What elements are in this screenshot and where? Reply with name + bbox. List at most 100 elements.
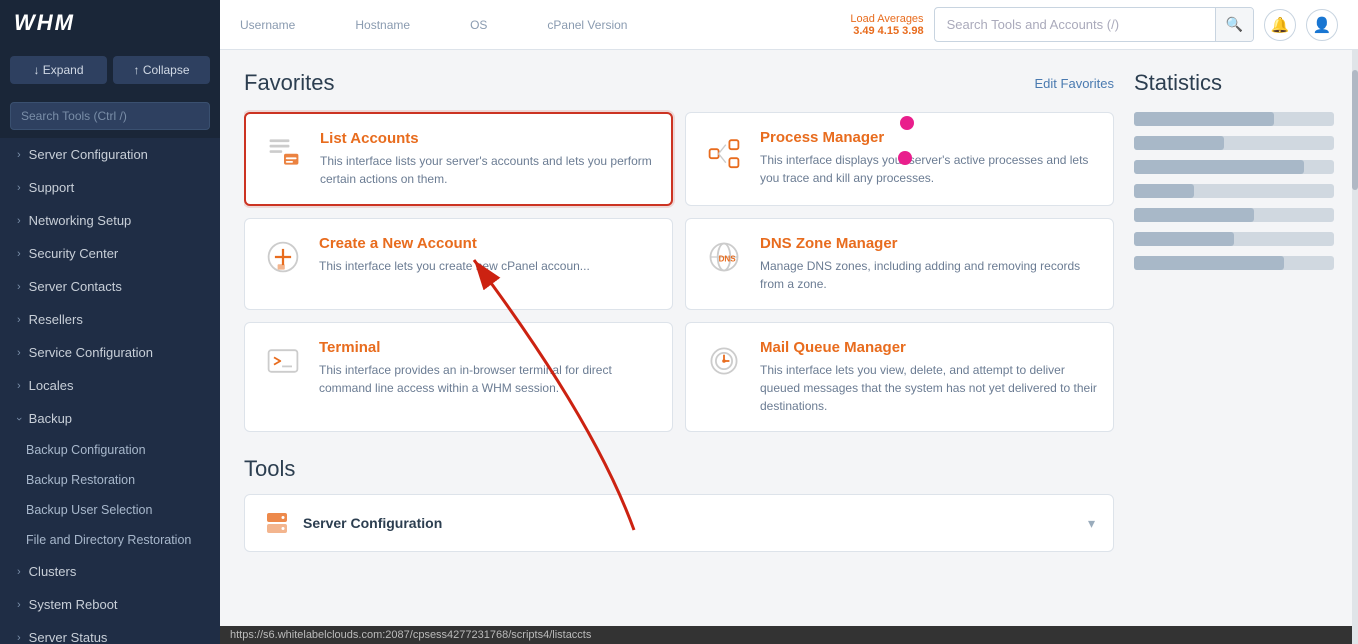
favorites-grid: List Accounts This interface lists your … — [244, 112, 1114, 432]
list-accounts-title: List Accounts — [320, 130, 655, 147]
chevron-icon: › — [17, 380, 21, 392]
svg-text:DNS: DNS — [719, 255, 737, 264]
terminal-desc: This interface provides an in-browser te… — [319, 361, 656, 397]
pink-dot-top — [900, 116, 914, 130]
sidebar-search-input[interactable] — [10, 102, 210, 130]
sidebar-item-server-status[interactable]: › Server Status — [0, 621, 220, 644]
stats-bar-4 — [1134, 184, 1334, 198]
list-accounts-icon — [262, 130, 306, 174]
dns-zone-icon: DNS — [702, 235, 746, 279]
col-hostname: Hostname — [355, 18, 410, 32]
sidebar-item-system-reboot[interactable]: › System Reboot — [0, 588, 220, 621]
chevron-icon: › — [17, 149, 21, 161]
tools-section: Tools Server Configuration — [244, 456, 1114, 552]
content-area: Favorites Edit Favorites — [220, 50, 1358, 626]
fav-card-create-account[interactable]: Create a New Account This interface lets… — [244, 218, 673, 310]
statusbar-url: https://s6.whitelabelclouds.com:2087/cps… — [230, 629, 591, 641]
create-account-title: Create a New Account — [319, 235, 590, 252]
terminal-icon — [261, 339, 305, 383]
favorites-header: Favorites Edit Favorites — [244, 70, 1114, 96]
sidebar-item-networking[interactable]: › Networking Setup — [0, 204, 220, 237]
dns-zone-desc: Manage DNS zones, including adding and r… — [760, 257, 1097, 293]
main-area: Username Hostname OS cPanel Version Load… — [220, 0, 1358, 644]
load-averages: Load Averages 3.49 4.15 3.98 — [850, 13, 923, 37]
mail-queue-text: Mail Queue Manager This interface lets y… — [760, 339, 1097, 415]
account-button[interactable]: 👤 — [1306, 9, 1338, 41]
sidebar-item-resellers[interactable]: › Resellers — [0, 303, 220, 336]
topbar-column-headers: Username Hostname OS cPanel Version — [240, 18, 627, 32]
sidebar: WHM ↓ Expand ↑ Collapse › Server Configu… — [0, 0, 220, 644]
sidebar-nav: › Server Configuration › Support › Netwo… — [0, 138, 220, 644]
stats-bar-3 — [1134, 160, 1334, 174]
stats-sidebar: Statistics — [1134, 70, 1334, 606]
fav-card-list-accounts[interactable]: List Accounts This interface lists your … — [244, 112, 673, 206]
chevron-icon: › — [17, 599, 21, 611]
col-cpanel-version: cPanel Version — [547, 18, 627, 32]
edit-favorites-link[interactable]: Edit Favorites — [1035, 76, 1114, 91]
sidebar-item-security[interactable]: › Security Center — [0, 237, 220, 270]
list-accounts-text: List Accounts This interface lists your … — [320, 130, 655, 188]
tools-header: Tools — [244, 456, 1114, 482]
chevron-icon: › — [17, 248, 21, 260]
chevron-down-icon: › — [13, 417, 25, 421]
sidebar-item-clusters[interactable]: › Clusters — [0, 555, 220, 588]
chevron-icon: › — [17, 314, 21, 326]
process-manager-desc: This interface displays your server's ac… — [760, 151, 1097, 187]
main-content: Favorites Edit Favorites — [244, 70, 1114, 606]
fav-card-terminal[interactable]: Terminal This interface provides an in-b… — [244, 322, 673, 432]
fav-card-mail-queue[interactable]: Mail Queue Manager This interface lets y… — [685, 322, 1114, 432]
sidebar-logo-area: WHM — [0, 0, 220, 46]
topbar-search-button[interactable]: 🔍 — [1215, 8, 1253, 41]
chevron-icon: › — [17, 347, 21, 359]
chevron-icon: › — [17, 281, 21, 293]
stats-bar-1 — [1134, 112, 1334, 126]
tools-chevron-icon: ▾ — [1088, 515, 1095, 532]
sidebar-sub-backup-user[interactable]: Backup User Selection — [0, 495, 220, 525]
topbar-right: Load Averages 3.49 4.15 3.98 🔍 🔔 👤 — [850, 7, 1338, 42]
sidebar-item-backup[interactable]: › Backup — [0, 402, 220, 435]
topbar: Username Hostname OS cPanel Version Load… — [220, 0, 1358, 50]
sidebar-item-support[interactable]: › Support — [0, 171, 220, 204]
create-account-text: Create a New Account This interface lets… — [319, 235, 590, 275]
notifications-button[interactable]: 🔔 — [1264, 9, 1296, 41]
tools-card-title: Server Configuration — [303, 515, 442, 531]
create-account-icon — [261, 235, 305, 279]
sidebar-sub-file-restore[interactable]: File and Directory Restoration — [0, 525, 220, 555]
create-account-desc: This interface lets you create new cPane… — [319, 257, 590, 275]
load-values: 3.49 4.15 3.98 — [850, 25, 923, 37]
server-config-icon — [263, 509, 291, 537]
col-os: OS — [470, 18, 487, 32]
statusbar: https://s6.whitelabelclouds.com:2087/cps… — [220, 626, 1358, 644]
sidebar-search-area — [0, 94, 220, 138]
sidebar-item-server-config[interactable]: › Server Configuration — [0, 138, 220, 171]
terminal-text: Terminal This interface provides an in-b… — [319, 339, 656, 397]
pink-dot-bottom — [898, 151, 912, 165]
process-manager-title: Process Manager — [760, 129, 1097, 146]
tools-card-left: Server Configuration — [263, 509, 442, 537]
mail-queue-desc: This interface lets you view, delete, an… — [760, 361, 1097, 415]
sidebar-item-service-config[interactable]: › Service Configuration — [0, 336, 220, 369]
tools-card-server-config[interactable]: Server Configuration ▾ — [244, 494, 1114, 552]
stats-title: Statistics — [1134, 70, 1334, 96]
sidebar-item-locales[interactable]: › Locales — [0, 369, 220, 402]
stats-bar-6 — [1134, 232, 1334, 246]
list-accounts-desc: This interface lists your server's accou… — [320, 152, 655, 188]
sidebar-button-row: ↓ Expand ↑ Collapse — [0, 46, 220, 94]
sidebar-sub-backup-config[interactable]: Backup Configuration — [0, 435, 220, 465]
chevron-icon: › — [17, 182, 21, 194]
stats-bar-7 — [1134, 256, 1334, 270]
favorites-title: Favorites — [244, 70, 334, 96]
stats-bar-5 — [1134, 208, 1334, 222]
chevron-icon: › — [17, 566, 21, 578]
topbar-search-input[interactable] — [935, 10, 1215, 39]
process-manager-text: Process Manager This interface displays … — [760, 129, 1097, 187]
mail-queue-title: Mail Queue Manager — [760, 339, 1097, 356]
collapse-button[interactable]: ↑ Collapse — [113, 56, 210, 84]
chevron-icon: › — [17, 215, 21, 227]
sidebar-item-contacts[interactable]: › Server Contacts — [0, 270, 220, 303]
expand-button[interactable]: ↓ Expand — [10, 56, 107, 84]
fav-card-dns-zone[interactable]: DNS DNS Zone Manager Manage DNS zones, i… — [685, 218, 1114, 310]
chevron-icon: › — [17, 632, 21, 644]
load-averages-label: Load Averages — [850, 13, 923, 25]
sidebar-sub-backup-restore[interactable]: Backup Restoration — [0, 465, 220, 495]
